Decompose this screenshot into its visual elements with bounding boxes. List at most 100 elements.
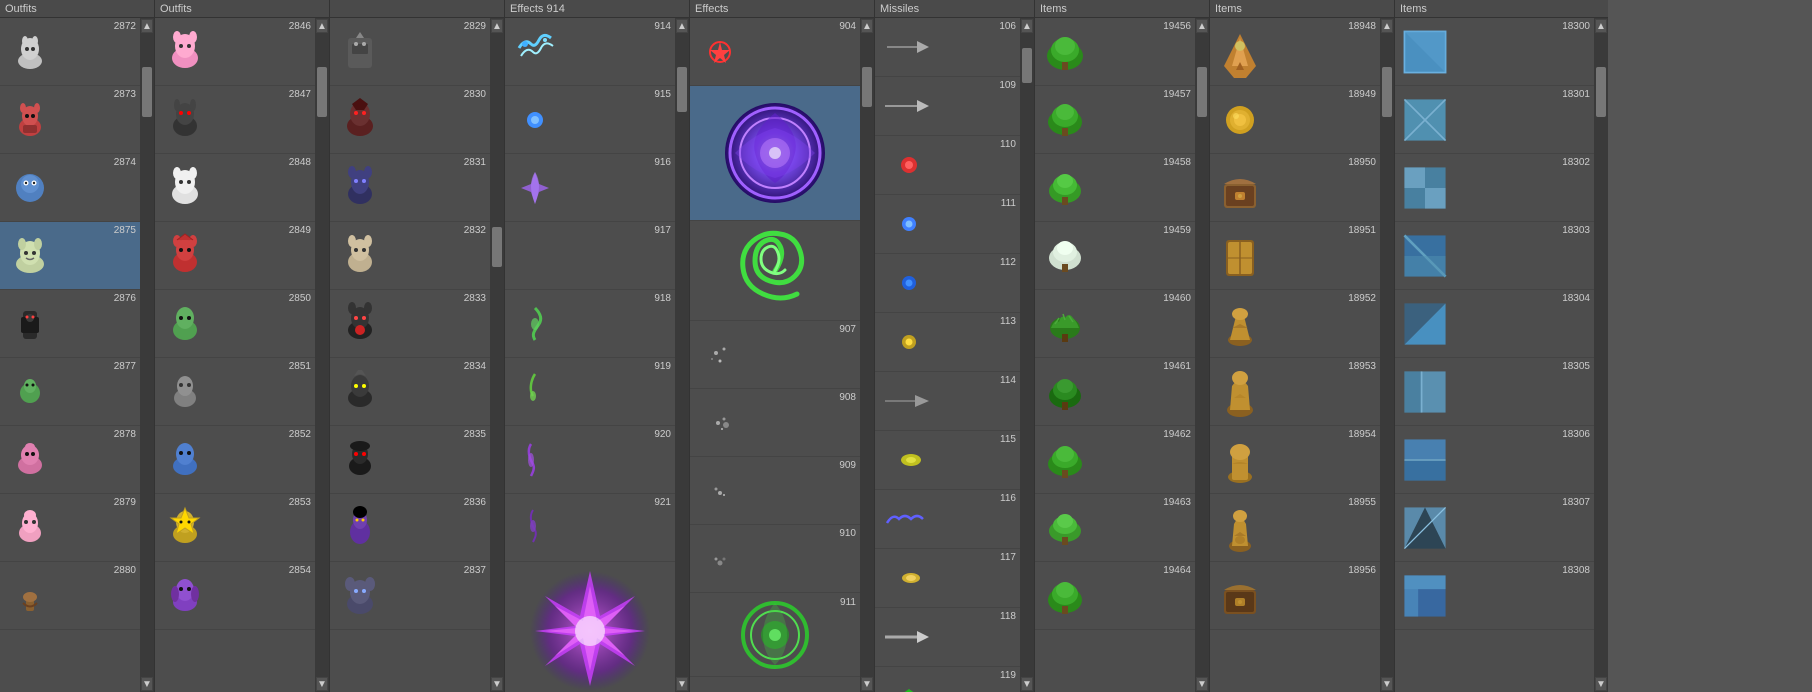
item-cell-18302[interactable]: 18302 — [1395, 154, 1594, 222]
outfit-cell-2851[interactable]: 2851 — [155, 358, 315, 426]
missiles-scrollbar[interactable]: ▲ ▼ — [1020, 18, 1034, 692]
scroll-down-arrow[interactable]: ▼ — [676, 677, 688, 691]
scroll-handle[interactable] — [1197, 67, 1207, 117]
outfit-cell-2836[interactable]: 2836 — [330, 494, 490, 562]
scroll-track[interactable] — [492, 35, 502, 675]
items2-scrollbar[interactable]: ▲ ▼ — [1380, 18, 1394, 692]
outfit-cell-2876[interactable]: 2876 — [0, 290, 140, 358]
scroll-handle[interactable] — [317, 67, 327, 117]
outfit-cell-2846[interactable]: 2846 — [155, 18, 315, 86]
item-cell-18949[interactable]: 18949 — [1210, 86, 1380, 154]
items1-scrollbar[interactable]: ▲ ▼ — [1195, 18, 1209, 692]
missile-cell-106[interactable]: 106 — [875, 18, 1020, 77]
scroll-track[interactable] — [317, 35, 327, 675]
item-cell-19456[interactable]: 19456 — [1035, 18, 1195, 86]
scroll-down-arrow[interactable]: ▼ — [1196, 677, 1208, 691]
item-cell-18948[interactable]: 18948 — [1210, 18, 1380, 86]
effect-cell-burst-purple[interactable] — [505, 562, 675, 692]
effects1-scrollbar[interactable]: ▲ ▼ — [675, 18, 689, 692]
item-cell-18308[interactable]: 18308 — [1395, 562, 1594, 630]
effect-cell-910[interactable]: 910 — [690, 525, 860, 593]
outfit-cell-2872[interactable]: 2872 — [0, 18, 140, 86]
missile-cell-109[interactable]: 109 — [875, 77, 1020, 136]
effect-cell-908[interactable]: 908 — [690, 389, 860, 457]
outfit-cell-2852[interactable]: 2852 — [155, 426, 315, 494]
item-cell-18306[interactable]: 18306 — [1395, 426, 1594, 494]
outfit-cell-2831[interactable]: 2831 — [330, 154, 490, 222]
missile-cell-111[interactable]: 111 — [875, 195, 1020, 254]
outfits1-scrollbar[interactable]: ▲ ▼ — [140, 18, 154, 692]
outfit-cell-2875[interactable]: 2875 — [0, 222, 140, 290]
items3-scrollbar[interactable]: ▲ ▼ — [1594, 18, 1608, 692]
scroll-up-arrow[interactable]: ▲ — [1381, 19, 1393, 33]
item-cell-18950[interactable]: 18950 — [1210, 154, 1380, 222]
effect-cell-909[interactable]: 909 — [690, 457, 860, 525]
item-cell-19461[interactable]: 19461 — [1035, 358, 1195, 426]
missile-cell-110[interactable]: 110 — [875, 136, 1020, 195]
item-cell-18307[interactable]: 18307 — [1395, 494, 1594, 562]
item-cell-19459[interactable]: 19459 — [1035, 222, 1195, 290]
outfit-cell-2854[interactable]: 2854 — [155, 562, 315, 630]
item-cell-18952[interactable]: 18952 — [1210, 290, 1380, 358]
scroll-track[interactable] — [862, 35, 872, 675]
scroll-handle[interactable] — [492, 227, 502, 267]
outfit-cell-2830[interactable]: 2830 — [330, 86, 490, 154]
scroll-up-arrow[interactable]: ▲ — [676, 19, 688, 33]
outfit-cell-2833[interactable]: 2833 — [330, 290, 490, 358]
item-cell-18301[interactable]: 18301 — [1395, 86, 1594, 154]
effect-cell-911[interactable]: 911 — [690, 593, 860, 677]
item-cell-18953[interactable]: 18953 — [1210, 358, 1380, 426]
effect-cell-919[interactable]: 919 — [505, 358, 675, 426]
effect-cell-905[interactable] — [690, 86, 860, 221]
missile-cell-118[interactable]: 118 — [875, 608, 1020, 667]
scroll-down-arrow[interactable]: ▼ — [1021, 677, 1033, 691]
scroll-handle[interactable] — [862, 67, 872, 107]
item-cell-18305[interactable]: 18305 — [1395, 358, 1594, 426]
effect-cell-914[interactable]: 914 — [505, 18, 675, 86]
outfit-cell-2874[interactable]: 2874 — [0, 154, 140, 222]
outfit-cell-2837[interactable]: 2837 — [330, 562, 490, 630]
scroll-handle[interactable] — [142, 67, 152, 117]
effect-cell-921[interactable]: 921 — [505, 494, 675, 562]
outfit-cell-2835[interactable]: 2835 — [330, 426, 490, 494]
item-cell-19457[interactable]: 19457 — [1035, 86, 1195, 154]
scroll-down-arrow[interactable]: ▼ — [141, 677, 153, 691]
outfit-cell-2849[interactable]: 2849 — [155, 222, 315, 290]
effect-cell-907[interactable]: 907 — [690, 321, 860, 389]
item-cell-18300[interactable]: 18300 — [1395, 18, 1594, 86]
scroll-handle[interactable] — [677, 67, 687, 112]
scroll-down-arrow[interactable]: ▼ — [491, 677, 503, 691]
item-cell-19463[interactable]: 19463 — [1035, 494, 1195, 562]
scroll-down-arrow[interactable]: ▼ — [861, 677, 873, 691]
item-cell-19464[interactable]: 19464 — [1035, 562, 1195, 630]
effect-cell-920[interactable]: 920 — [505, 426, 675, 494]
scroll-up-arrow[interactable]: ▲ — [1196, 19, 1208, 33]
outfit-cell-2850[interactable]: 2850 — [155, 290, 315, 358]
missile-cell-115[interactable]: 115 — [875, 431, 1020, 490]
scroll-down-arrow[interactable]: ▼ — [1595, 677, 1607, 691]
scroll-track[interactable] — [1022, 35, 1032, 675]
outfit-cell-2878[interactable]: 2878 — [0, 426, 140, 494]
outfit-cell-2832[interactable]: 2832 — [330, 222, 490, 290]
scroll-track[interactable] — [1382, 35, 1392, 675]
scroll-handle[interactable] — [1596, 67, 1606, 117]
missile-cell-117[interactable]: 117 — [875, 549, 1020, 608]
item-cell-18955[interactable]: 18955 — [1210, 494, 1380, 562]
item-cell-18304[interactable]: 18304 — [1395, 290, 1594, 358]
item-cell-19462[interactable]: 19462 — [1035, 426, 1195, 494]
item-cell-18956[interactable]: 18956 — [1210, 562, 1380, 630]
outfit-cell-2877[interactable]: 2877 — [0, 358, 140, 426]
missile-cell-116[interactable]: 116 — [875, 490, 1020, 549]
scroll-up-arrow[interactable]: ▲ — [1021, 19, 1033, 33]
scroll-track[interactable] — [1197, 35, 1207, 675]
scroll-handle[interactable] — [1022, 48, 1032, 83]
scroll-handle[interactable] — [1382, 67, 1392, 117]
outfit-cell-2873[interactable]: 2873 — [0, 86, 140, 154]
item-cell-18951[interactable]: 18951 — [1210, 222, 1380, 290]
outfit-cell-2848[interactable]: 2848 — [155, 154, 315, 222]
effects2-scrollbar[interactable]: ▲ ▼ — [860, 18, 874, 692]
effect-cell-916[interactable]: 916 — [505, 154, 675, 222]
outfit-cell-2829[interactable]: 2829 — [330, 18, 490, 86]
outfits3-scrollbar[interactable]: ▲ ▼ — [490, 18, 504, 692]
effect-cell-917[interactable]: 917 — [505, 222, 675, 290]
